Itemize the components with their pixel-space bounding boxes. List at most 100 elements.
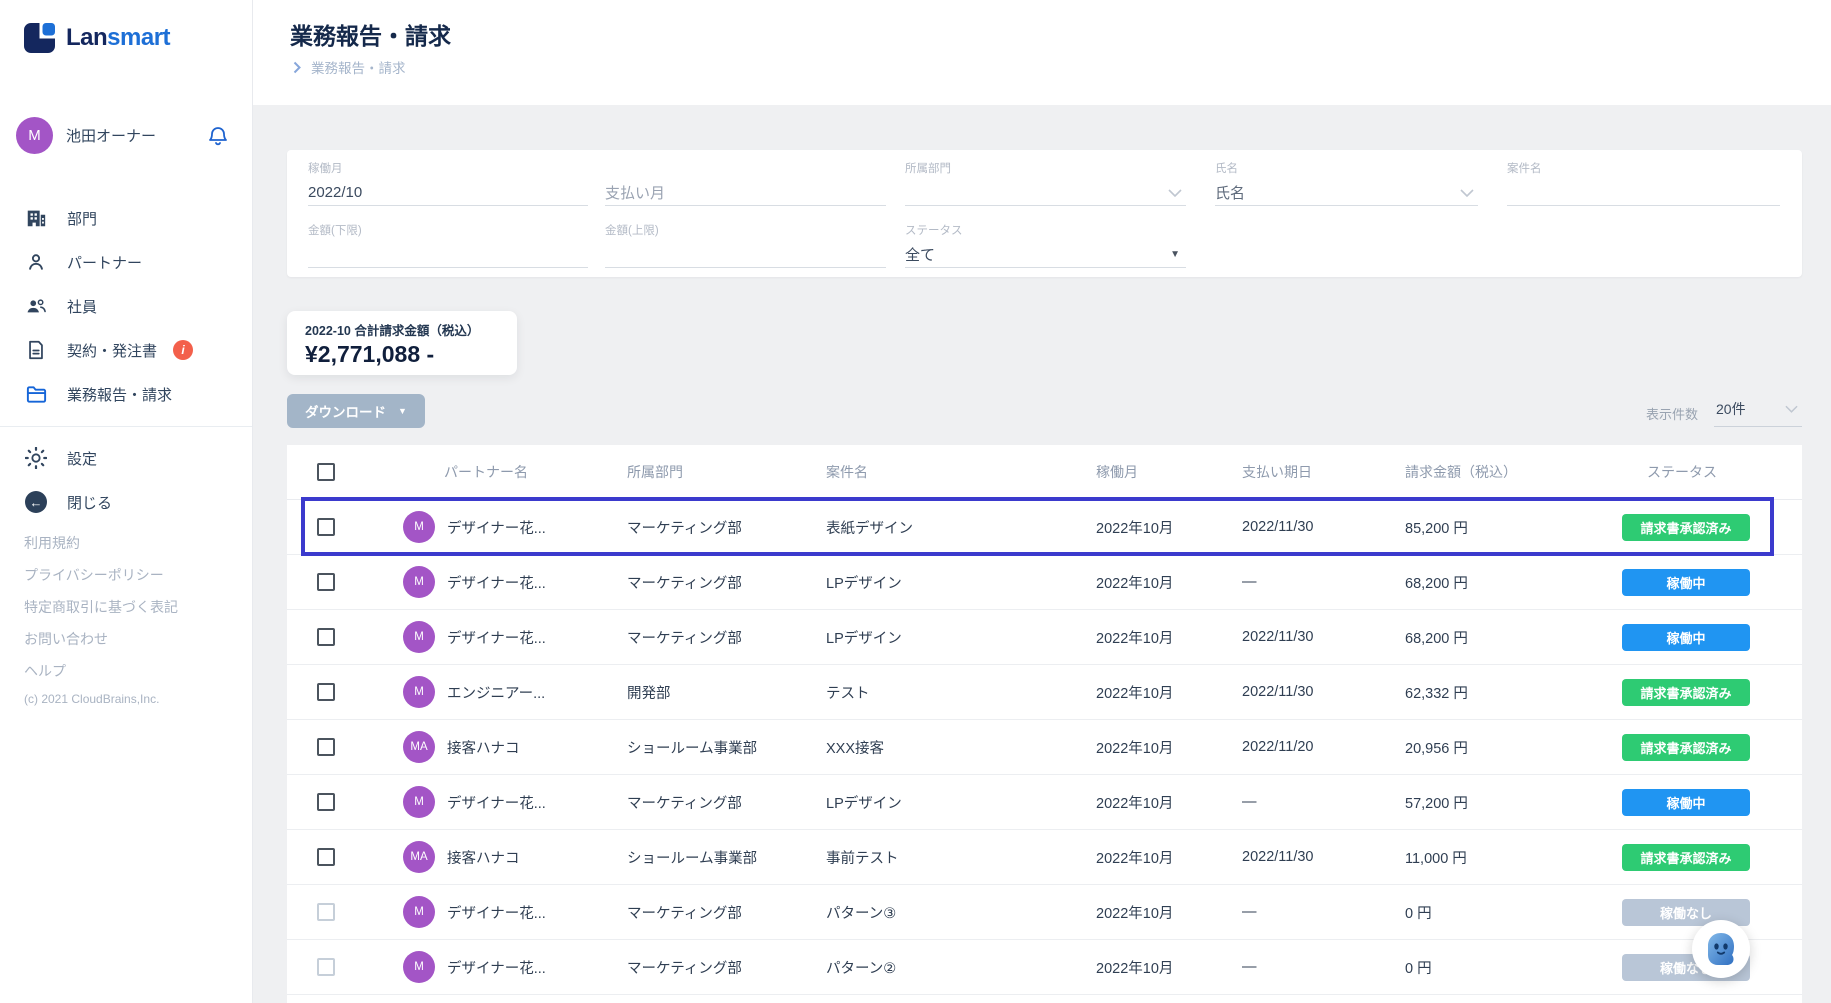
filter-payment-month[interactable]: 支払い月 bbox=[605, 160, 886, 206]
table-row[interactable]: M デザイナー花... マーケティング部 パターン③ 2022年10月 — 0 … bbox=[287, 885, 1802, 940]
row-checkbox[interactable] bbox=[317, 793, 335, 811]
gear-icon bbox=[24, 446, 48, 470]
folder-icon bbox=[24, 382, 48, 406]
table-row[interactable]: M デザイナー花... マーケティング部 LPデザイン 2022年10月 202… bbox=[287, 610, 1802, 665]
field-label: 金額(下限) bbox=[308, 222, 588, 238]
user-name: 池田オーナー bbox=[66, 125, 156, 146]
amount-cell: 0 円 bbox=[1405, 902, 1622, 923]
field-label: 所属部門 bbox=[905, 160, 1186, 176]
row-checkbox[interactable] bbox=[317, 628, 335, 646]
department-cell: マーケティング部 bbox=[627, 517, 826, 538]
table-row[interactable]: MA 接客ハナコ ショールーム事業部 事前テスト 2022年10月 2022/1… bbox=[287, 830, 1802, 885]
dropdown-arrow-icon: ▼ bbox=[1170, 249, 1180, 260]
row-checkbox[interactable] bbox=[317, 738, 335, 756]
row-checkbox[interactable] bbox=[317, 903, 335, 921]
month-cell: 2022年10月 bbox=[1096, 792, 1242, 813]
sidebar-item-reports[interactable]: 業務報告・請求 bbox=[0, 372, 252, 416]
row-checkbox[interactable] bbox=[317, 573, 335, 591]
due-date-cell: — bbox=[1242, 574, 1405, 590]
document-icon bbox=[24, 338, 48, 362]
breadcrumb[interactable]: 業務報告・請求 bbox=[293, 57, 406, 77]
filter-status[interactable]: ステータス 全て ▼ bbox=[905, 222, 1186, 268]
total-amount-value: ¥2,771,088 - bbox=[305, 341, 499, 368]
amount-cell: 11,000 円 bbox=[1405, 847, 1622, 868]
partner-name: 接客ハナコ bbox=[447, 737, 520, 758]
filter-amount-max[interactable]: 金額(上限) bbox=[605, 222, 886, 268]
table-row[interactable]: M デザイナー花... マーケティング部 LPデザイン 2022年10月 — 6… bbox=[287, 555, 1802, 610]
row-checkbox[interactable] bbox=[317, 848, 335, 866]
sidebar-menu: 部門 パートナー 社員 契約・発注書 i 業務報告・請求 bbox=[0, 196, 252, 416]
arrow-left-circle-icon: ← bbox=[24, 490, 48, 514]
download-button[interactable]: ダウンロード ▼ bbox=[287, 394, 425, 428]
chatbot-button[interactable] bbox=[1692, 920, 1750, 978]
column-header: 稼働月 bbox=[1096, 462, 1242, 482]
sidebar-link[interactable]: 利用規約 bbox=[24, 527, 178, 559]
avatar: M bbox=[403, 566, 435, 598]
sidebar-item-settings[interactable]: 設定 bbox=[0, 436, 252, 480]
amount-cell: 85,200 円 bbox=[1405, 517, 1622, 538]
column-header: 請求金額（税込） bbox=[1405, 462, 1622, 482]
row-checkbox[interactable] bbox=[317, 683, 335, 701]
sidebar-item-employees[interactable]: 社員 bbox=[0, 284, 252, 328]
sidebar-link[interactable]: お問い合わせ bbox=[24, 623, 178, 655]
partner-name: デザイナー花... bbox=[447, 627, 546, 648]
project-cell: LPデザイン bbox=[826, 572, 1096, 593]
partner-name: デザイナー花... bbox=[447, 902, 546, 923]
row-checkbox[interactable] bbox=[317, 518, 335, 536]
department-cell: マーケティング部 bbox=[627, 902, 826, 923]
project-cell: パターン③ bbox=[826, 902, 1096, 923]
sidebar-item-partners[interactable]: パートナー bbox=[0, 240, 252, 284]
partner-name: エンジニアー... bbox=[447, 682, 545, 703]
person-name-select[interactable]: 氏名 bbox=[1215, 182, 1245, 203]
amount-cell: 62,332 円 bbox=[1405, 682, 1622, 703]
table-row[interactable]: M デザイナー花... マーケティング部 表紙デザイン 2022年10月 202… bbox=[287, 500, 1802, 555]
filter-person-name[interactable]: 氏名 氏名 bbox=[1215, 160, 1478, 206]
amount-cell: 57,200 円 bbox=[1405, 792, 1622, 813]
status-badge: 請求書承認済み bbox=[1622, 679, 1750, 706]
filter-worked-month[interactable]: 稼働月 2022/10 bbox=[308, 160, 588, 206]
filter-amount-min[interactable]: 金額(下限) bbox=[308, 222, 588, 268]
amount-min-input[interactable] bbox=[308, 242, 588, 268]
status-select[interactable]: 全て bbox=[905, 244, 935, 265]
month-cell: 2022年10月 bbox=[1096, 572, 1242, 593]
sidebar-footer-links: 利用規約プライバシーポリシー特定商取引に基づく表記お問い合わせヘルプ bbox=[24, 527, 178, 687]
sidebar-item-departments[interactable]: 部門 bbox=[0, 196, 252, 240]
people-icon bbox=[24, 294, 48, 318]
sidebar-link[interactable]: ヘルプ bbox=[24, 655, 178, 687]
due-date-cell: 2022/11/30 bbox=[1242, 519, 1405, 535]
sidebar-item-contracts[interactable]: 契約・発注書 i bbox=[0, 328, 252, 372]
table-row[interactable]: MA 接客ハナコ ショールーム事業部 XXX接客 2022年10月 2022/1… bbox=[287, 720, 1802, 775]
table-row[interactable]: M デザイナー花... マーケティング部 パターン② 2022年10月 — 0 … bbox=[287, 940, 1802, 995]
sidebar-link[interactable]: 特定商取引に基づく表記 bbox=[24, 591, 178, 623]
partner-name: デザイナー花... bbox=[447, 517, 546, 538]
sidebar-item-label: 閉じる bbox=[67, 492, 112, 513]
table-row[interactable]: M エンジニアー... 開発部 テスト 2022年10月 2022/11/30 … bbox=[287, 665, 1802, 720]
department-cell: 開発部 bbox=[627, 682, 826, 703]
dropdown-arrow-icon: ▼ bbox=[398, 406, 407, 416]
project-cell: テスト bbox=[826, 682, 1096, 703]
avatar: M bbox=[403, 786, 435, 818]
sidebar-link[interactable]: プライバシーポリシー bbox=[24, 559, 178, 591]
project-name-input[interactable] bbox=[1507, 180, 1780, 206]
amount-max-input[interactable] bbox=[605, 242, 886, 268]
column-header: ステータス bbox=[1622, 462, 1802, 482]
amount-cell: 20,956 円 bbox=[1405, 737, 1622, 758]
total-amount-card: 2022-10 合計請求金額（税込） ¥2,771,088 - bbox=[287, 311, 517, 375]
page-size-select[interactable]: 20件 bbox=[1714, 399, 1802, 427]
filter-department[interactable]: 所属部門 bbox=[905, 160, 1186, 206]
payment-month-input[interactable]: 支払い月 bbox=[605, 182, 665, 203]
page-size-label: 表示件数 bbox=[1646, 404, 1698, 423]
select-all-checkbox[interactable] bbox=[317, 463, 335, 481]
filter-project-name[interactable]: 案件名 bbox=[1507, 160, 1780, 206]
month-cell: 2022年10月 bbox=[1096, 682, 1242, 703]
table-row[interactable]: M デザイナー花... マーケティング部 LPデザイン 2022年10月 — 5… bbox=[287, 775, 1802, 830]
bell-icon[interactable] bbox=[206, 124, 230, 148]
field-label: 氏名 bbox=[1215, 160, 1478, 176]
sidebar-item-label: パートナー bbox=[67, 252, 142, 273]
page-title: 業務報告・請求 bbox=[290, 17, 451, 51]
building-icon bbox=[24, 206, 48, 230]
worked-month-input[interactable]: 2022/10 bbox=[308, 184, 362, 201]
project-cell: 事前テスト bbox=[826, 847, 1096, 868]
sidebar-item-collapse[interactable]: ← 閉じる bbox=[0, 480, 252, 524]
row-checkbox[interactable] bbox=[317, 958, 335, 976]
